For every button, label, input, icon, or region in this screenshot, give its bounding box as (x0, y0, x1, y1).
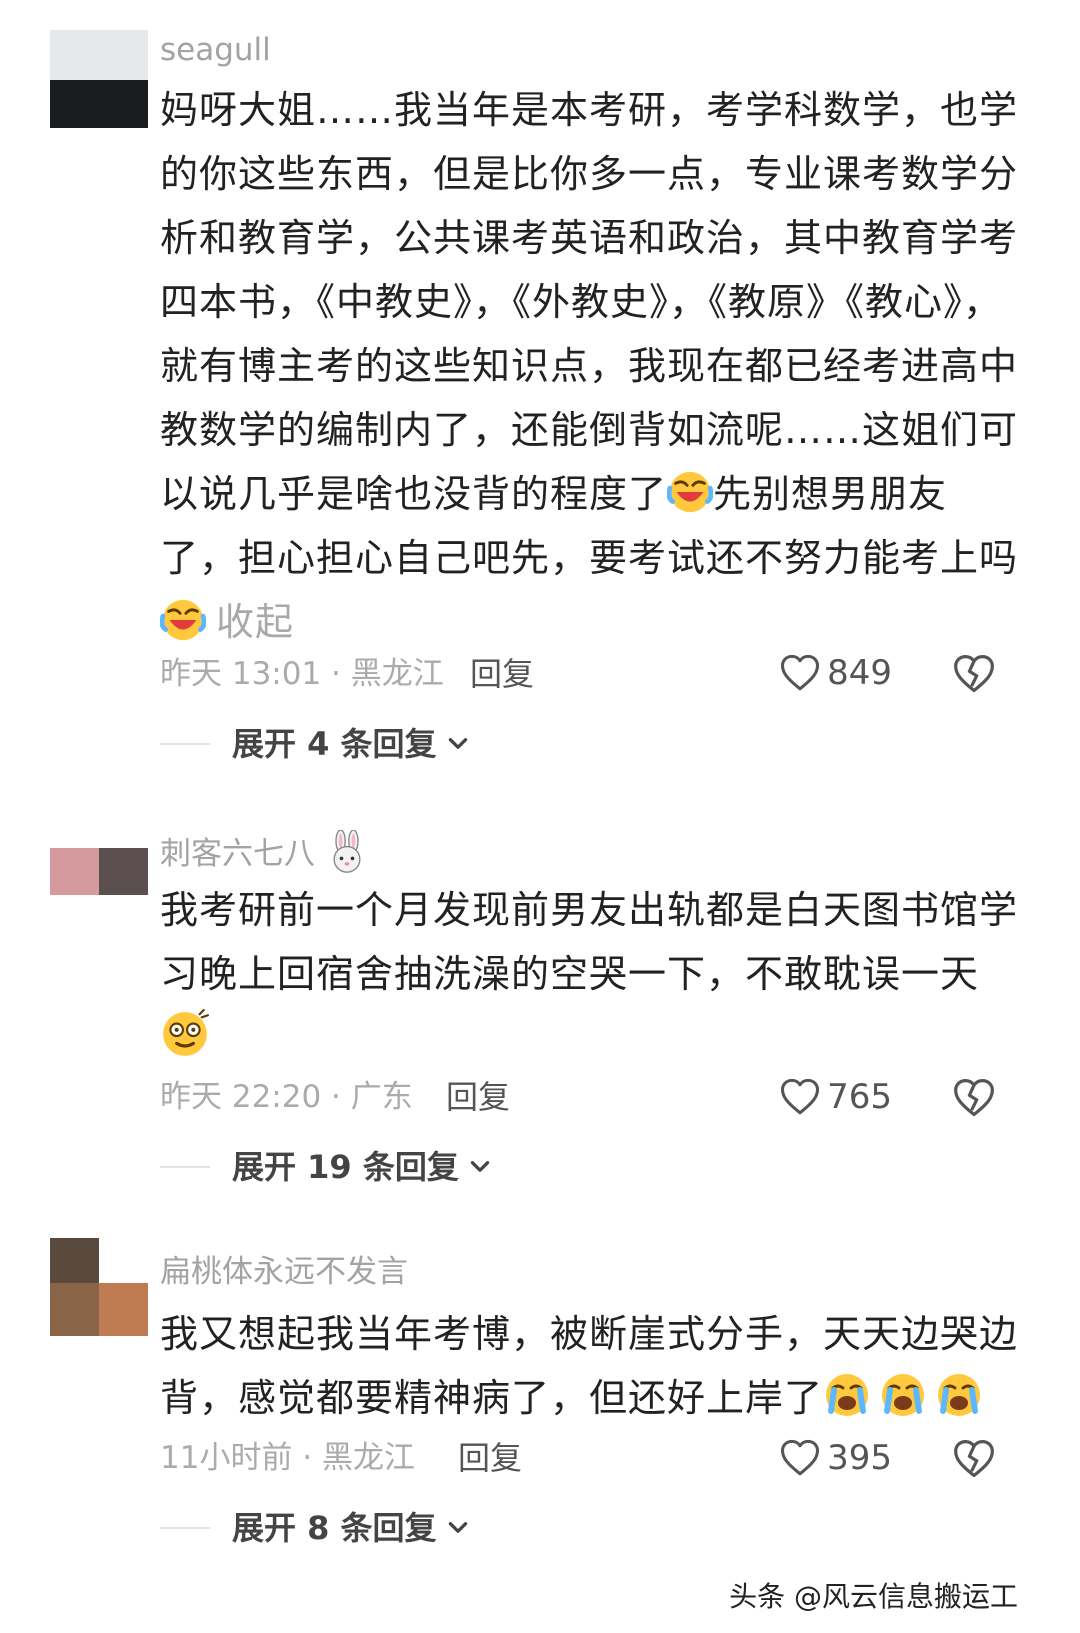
like-count: 849 (827, 653, 892, 693)
laugh-cry-emoji (160, 597, 206, 643)
dizzy-face-emoji (160, 1009, 210, 1059)
username[interactable]: 刺客六七八 (160, 830, 369, 874)
heart-outline-icon (779, 1076, 821, 1118)
avatar[interactable] (50, 1238, 148, 1336)
comment-text-main: 妈呀大姐……我当年是本考研，考学科数学，也学的你这些东西，但是比你多一点，专业课… (160, 88, 1019, 516)
divider-line (160, 743, 210, 745)
comment-item: 扁桃体永远不发言 我又想起我当年考博，被断崖式分手，天天边哭边背，感觉都要精神病… (0, 1236, 1080, 1633)
laugh-cry-emoji (667, 469, 713, 515)
comment-text: 妈呀大姐……我当年是本考研，考学科数学，也学的你这些东西，但是比你多一点，专业课… (160, 78, 1020, 654)
heart-outline-icon (779, 652, 821, 694)
crying-emoji (879, 1371, 927, 1419)
reply-button[interactable]: 回复 (470, 654, 534, 694)
divider-line (160, 1166, 210, 1168)
expand-replies[interactable]: 展开 8 条回复 (160, 1508, 471, 1548)
comment-text: 我又想起我当年考博，被断崖式分手，天天边哭边背，感觉都要精神病了，但还好上岸了 (160, 1302, 1020, 1430)
expand-replies-label: 展开 8 条回复 (232, 1509, 437, 1547)
broken-heart-icon[interactable] (952, 1076, 996, 1120)
collapse-link[interactable]: 收起 (216, 600, 294, 644)
like-button[interactable]: 765 (779, 1076, 892, 1118)
comment-item: 刺客六七八 我考研前一个月发现前男友出轨都是白天图书馆学习晚上回宿舍抽洗澡的空哭… (0, 820, 1080, 1220)
chevron-down-icon (445, 1515, 471, 1541)
broken-heart-icon[interactable] (952, 652, 996, 696)
expand-replies[interactable]: 展开 19 条回复 (160, 1147, 493, 1187)
expand-replies[interactable]: 展开 4 条回复 (160, 724, 471, 764)
comment-text-main: 我考研前一个月发现前男友出轨都是白天图书馆学习晚上回宿舍抽洗澡的空哭一下，不敢耽… (160, 888, 1019, 996)
divider-line (160, 1527, 210, 1529)
heart-outline-icon (779, 1437, 821, 1479)
comment-item: seagull 妈呀大姐……我当年是本考研，考学科数学，也学的你这些东西，但是比… (0, 0, 1080, 790)
like-button[interactable]: 849 (779, 652, 892, 694)
username-text: 刺客六七八 (160, 836, 315, 872)
avatar[interactable] (50, 30, 148, 128)
time-location: 昨天 13:01 · 黑龙江 (160, 656, 444, 692)
crying-emoji (935, 1371, 983, 1419)
chevron-down-icon (445, 731, 471, 757)
rabbit-icon (325, 830, 369, 874)
crying-emoji (823, 1371, 871, 1419)
reply-button[interactable]: 回复 (446, 1077, 510, 1117)
like-button[interactable]: 395 (779, 1437, 892, 1479)
chevron-down-icon (467, 1154, 493, 1180)
watermark: 头条 @风云信息搬运工 (729, 1580, 1018, 1613)
expand-replies-label: 展开 19 条回复 (232, 1148, 459, 1186)
time-location: 11小时前 · 黑龙江 (160, 1440, 416, 1476)
comment-text: 我考研前一个月发现前男友出轨都是白天图书馆学习晚上回宿舍抽洗澡的空哭一下，不敢耽… (160, 878, 1020, 1070)
expand-replies-label: 展开 4 条回复 (232, 725, 437, 763)
broken-heart-icon[interactable] (952, 1437, 996, 1481)
time-location: 昨天 22:20 · 广东 (160, 1079, 413, 1115)
like-count: 395 (827, 1438, 892, 1478)
reply-button[interactable]: 回复 (458, 1438, 522, 1478)
avatar[interactable] (50, 848, 148, 946)
username[interactable]: seagull (160, 30, 271, 70)
username[interactable]: 扁桃体永远不发言 (160, 1252, 408, 1292)
like-count: 765 (827, 1077, 892, 1117)
